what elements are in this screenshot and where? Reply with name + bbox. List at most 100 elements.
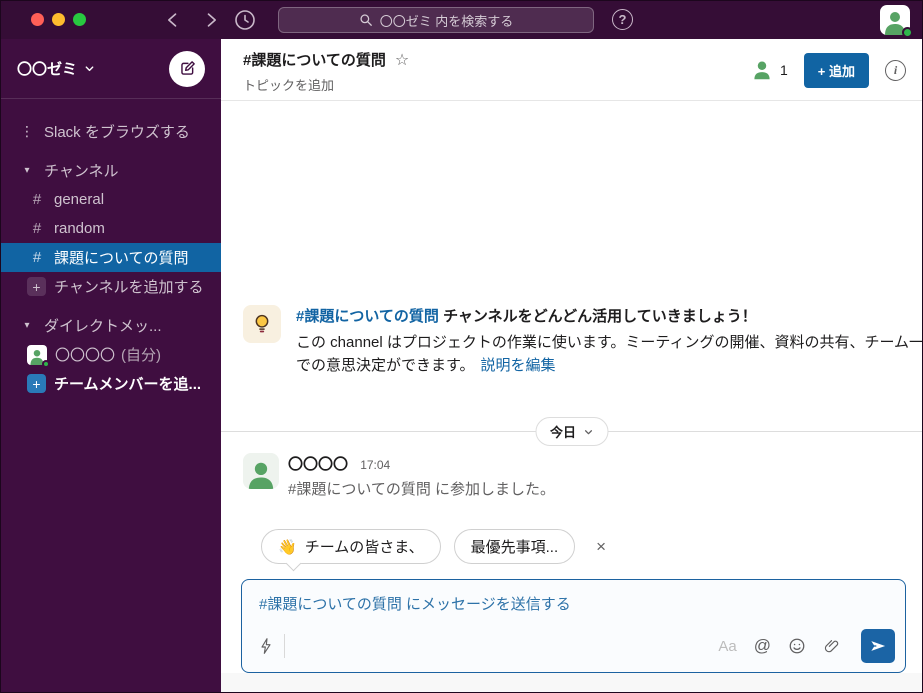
wave-emoji-icon: 👋 xyxy=(278,538,297,556)
sidebar-item-dm-self[interactable]: 〇〇〇〇 (自分) xyxy=(1,340,221,369)
message-text: #課題についての質問 に参加しました。 xyxy=(288,481,556,498)
zoom-window-button[interactable] xyxy=(73,13,86,26)
attach-file-button[interactable] xyxy=(823,637,840,655)
arrow-left-icon xyxy=(168,13,177,27)
channel-name: random xyxy=(54,220,105,237)
channel-welcome-block: #課題についての質問 チャンネルをどんどん活用していきましょう！ この chan… xyxy=(243,305,923,377)
edit-description-link[interactable]: 説明を編集 xyxy=(481,357,556,374)
search-input[interactable]: 〇〇ゼミ 内を検索する xyxy=(278,7,594,33)
suggested-reply-label: チームの皆さま、 xyxy=(304,539,424,556)
welcome-text: #課題についての質問 チャンネルをどんどん活用していきましょう！ この chan… xyxy=(296,305,923,377)
add-teammates-label: チームメンバーを追... xyxy=(54,376,202,393)
chevron-down-icon xyxy=(584,429,592,434)
add-teammates-button[interactable]: + チームメンバーを追... xyxy=(1,369,221,398)
new-message-button[interactable] xyxy=(169,50,205,87)
collapse-triangle-icon: ▾ xyxy=(24,165,30,176)
compose-icon xyxy=(180,61,195,75)
message-timestamp[interactable]: 17:04 xyxy=(360,458,390,472)
date-label: 今日 xyxy=(549,425,577,440)
workspace-header: 〇〇ゼミ xyxy=(1,39,221,99)
mention-icon: @ xyxy=(753,636,771,655)
bottom-strip xyxy=(221,673,922,692)
history-forward-button[interactable] xyxy=(199,8,223,32)
clock-icon xyxy=(235,10,255,30)
composer-placeholder: #課題についての質問 にメッセージを送信する xyxy=(259,596,571,613)
sidebar: 〇〇ゼミ ⋮ Slack をブラウズする ▾ チャンネル # general # xyxy=(1,39,221,692)
format-button[interactable]: Aa xyxy=(718,638,736,655)
channel-name: general xyxy=(54,191,105,208)
search-icon xyxy=(360,14,372,26)
date-pill-button[interactable]: 今日 xyxy=(534,417,609,446)
welcome-body: この channel はプロジェクトの作業に使います。ミーティングの開催、資料の… xyxy=(296,331,923,377)
plus-icon: + xyxy=(27,374,46,393)
hash-icon: # xyxy=(32,249,42,266)
suggested-reply-label: 最優先事項... xyxy=(470,539,559,556)
welcome-body-text: この channel はプロジェクトの作業に使います。ミーティングの開催、資料の… xyxy=(296,334,923,374)
sidebar-item-channel-random[interactable]: # random xyxy=(1,214,221,243)
dm-user-name: 〇〇〇〇 xyxy=(55,347,116,364)
slack-window: 〇〇ゼミ 内を検索する ? 〇〇ゼミ ⋮ Slack をブラウズする ▾ チャン… xyxy=(0,0,923,693)
smiley-icon xyxy=(789,638,805,654)
close-icon: × xyxy=(596,537,607,556)
add-channel-label: チャンネルを追加する xyxy=(54,279,204,296)
mention-button[interactable]: @ xyxy=(754,636,771,656)
emoji-button[interactable] xyxy=(788,637,806,655)
hash-icon: # xyxy=(32,191,42,208)
window-titlebar: 〇〇ゼミ 内を検索する ? xyxy=(1,1,922,39)
sidebar-item-channel-questions[interactable]: # 課題についての質問 xyxy=(1,243,221,272)
person-icon xyxy=(248,462,274,489)
star-icon[interactable]: ☆ xyxy=(395,50,409,70)
dm-avatar xyxy=(27,344,50,368)
lightbulb-badge xyxy=(243,305,281,343)
help-button[interactable]: ? xyxy=(612,9,633,30)
lightning-icon xyxy=(261,638,271,654)
shortcuts-button[interactable] xyxy=(258,637,274,655)
sidebar-item-channel-general[interactable]: # general xyxy=(1,185,221,214)
question-mark-icon: ? xyxy=(618,12,627,27)
minimize-window-button[interactable] xyxy=(52,13,65,26)
channel-details-button[interactable]: i xyxy=(885,59,906,81)
chevron-down-icon xyxy=(85,66,94,72)
more-dots-icon: ⋮ xyxy=(20,123,34,139)
add-member-button[interactable]: + 追加 xyxy=(803,52,869,88)
message-avatar[interactable] xyxy=(243,453,279,489)
hash-icon: # xyxy=(32,220,42,237)
channel-title-text: #課題についての質問 xyxy=(243,52,386,69)
member-count-value: 1 xyxy=(779,62,788,78)
dm-user-suffix: (自分) xyxy=(121,347,162,364)
arrow-right-icon xyxy=(207,13,216,27)
member-person-icon xyxy=(754,61,770,80)
lightbulb-icon xyxy=(255,314,269,333)
paperclip-icon xyxy=(824,640,839,653)
traffic-lights xyxy=(31,13,86,26)
member-count-button[interactable]: 1 xyxy=(751,59,788,81)
history-clock-button[interactable] xyxy=(233,8,257,32)
close-window-button[interactable] xyxy=(31,13,44,26)
info-icon: i xyxy=(893,62,898,77)
add-channel-button[interactable]: + チャンネルを追加する xyxy=(1,272,221,301)
channel-pane: #課題についての質問 ☆ トピックを追加 1 + 追加 i #課題についての質問… xyxy=(221,39,922,692)
sidebar-item-browse-slack[interactable]: ⋮ Slack をブラウズする xyxy=(1,117,221,146)
presence-dot xyxy=(42,359,50,368)
suggested-reply-greeting[interactable]: 👋 チームの皆さま、 xyxy=(261,529,441,564)
sidebar-nav: ⋮ Slack をブラウズする ▾ チャンネル # general # rand… xyxy=(1,99,221,398)
message-content: 〇〇〇〇 17:04 #課題についての質問 に参加しました。 xyxy=(288,453,555,499)
dismiss-suggestions-button[interactable]: × xyxy=(596,538,606,555)
composer-actions: Aa @ xyxy=(718,629,895,663)
message-input[interactable]: #課題についての質問 にメッセージを送信する Aa @ xyxy=(241,579,906,673)
history-back-button[interactable] xyxy=(161,8,185,32)
composer-toolbar: Aa @ xyxy=(258,629,895,663)
welcome-channel-link[interactable]: #課題についての質問 xyxy=(296,308,439,325)
send-button[interactable] xyxy=(861,629,895,663)
user-avatar[interactable] xyxy=(880,5,913,38)
channels-section-header[interactable]: ▾ チャンネル xyxy=(1,156,221,185)
workspace-switcher[interactable]: 〇〇ゼミ xyxy=(17,58,95,79)
welcome-title-rest: チャンネルをどんどん活用していきましょう！ xyxy=(438,308,757,325)
message-author[interactable]: 〇〇〇〇 xyxy=(288,456,348,473)
plus-icon: + xyxy=(27,277,46,296)
dm-section-header[interactable]: ▾ ダイレクトメッ... xyxy=(1,311,221,340)
suggested-reply-priorities[interactable]: 最優先事項... xyxy=(453,529,576,564)
send-icon xyxy=(871,641,886,651)
channel-header: #課題についての質問 ☆ トピックを追加 1 + 追加 i xyxy=(221,39,922,101)
message-head: 〇〇〇〇 17:04 xyxy=(288,453,555,474)
